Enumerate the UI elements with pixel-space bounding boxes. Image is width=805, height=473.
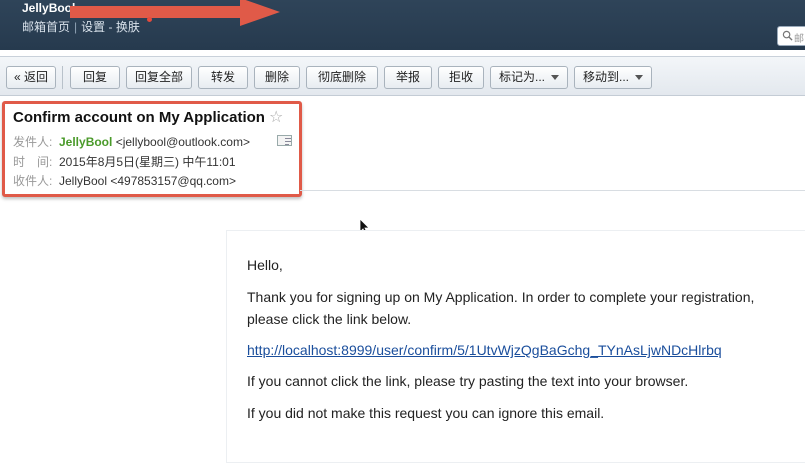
body-paragraph-1: Thank you for signing up on My Applicati… (247, 289, 755, 327)
to-row: 收件人: JellyBool <497853157@qq.com> (13, 172, 236, 189)
from-label: 发件人: (13, 135, 53, 149)
forward-button[interactable]: 转发 (198, 66, 248, 89)
back-button[interactable]: « 返回 (6, 66, 56, 89)
star-icon[interactable]: ☆ (269, 107, 283, 127)
search-placeholder: 邮 (794, 34, 804, 45)
greeting: Hello, (247, 257, 283, 273)
reply-all-button[interactable]: 回复全部 (126, 66, 192, 89)
move-to-label: 移动到... (582, 70, 629, 84)
top-header: JellyBool 邮箱首页 | 设置 - 换肤 邮 (0, 0, 805, 50)
search-icon (782, 30, 793, 41)
annotation-dot (147, 17, 152, 22)
body-paragraph-3: If you did not make this request you can… (247, 405, 605, 421)
delete-button[interactable]: 删除 (254, 66, 300, 89)
delete-forever-button[interactable]: 彻底删除 (306, 66, 378, 89)
contact-card-icon[interactable] (277, 135, 292, 146)
header-divider (300, 190, 805, 191)
mail-body: Hello, Thank you for signing up on My Ap… (226, 230, 805, 463)
from-row: 发件人: JellyBool <jellybool@outlook.com> (13, 133, 250, 150)
chevron-down-icon (635, 75, 643, 81)
mail-subject: Confirm account on My Application (13, 109, 265, 126)
search-input[interactable]: 邮 (777, 26, 805, 46)
toolbar-divider (62, 66, 63, 89)
annotation-arrow-icon (70, 0, 280, 26)
confirm-link[interactable]: http://localhost:8999/user/confirm/5/1Ut… (247, 342, 722, 358)
reject-button[interactable]: 拒收 (438, 66, 484, 89)
move-to-dropdown[interactable]: 移动到... (574, 66, 652, 89)
body-paragraph-2: If you cannot click the link, please try… (247, 373, 689, 389)
user-name: JellyBool (22, 1, 76, 15)
mail-header-highlight: Confirm account on My Application ☆ 发件人:… (2, 101, 302, 197)
to-label: 收件人: (13, 174, 53, 188)
sender-email: <jellybool@outlook.com> (115, 135, 250, 149)
sender-name[interactable]: JellyBool (59, 135, 112, 149)
mark-as-dropdown[interactable]: 标记为... (490, 66, 568, 89)
recipient: JellyBool <497853157@qq.com> (59, 174, 236, 188)
mark-as-label: 标记为... (498, 70, 545, 84)
report-button[interactable]: 举报 (384, 66, 432, 89)
mail-toolbar: « 返回 回复 回复全部 转发 删除 彻底删除 举报 拒收 标记为... 移动到… (0, 56, 805, 96)
reply-button[interactable]: 回复 (70, 66, 120, 89)
sent-time: 2015年8月5日(星期三) 中午11:01 (59, 155, 236, 169)
chevron-down-icon (551, 75, 559, 81)
mailbox-home-link[interactable]: 邮箱首页 (22, 19, 70, 35)
time-label: 时 间: (13, 155, 53, 169)
time-row: 时 间: 2015年8月5日(星期三) 中午11:01 (13, 153, 236, 170)
